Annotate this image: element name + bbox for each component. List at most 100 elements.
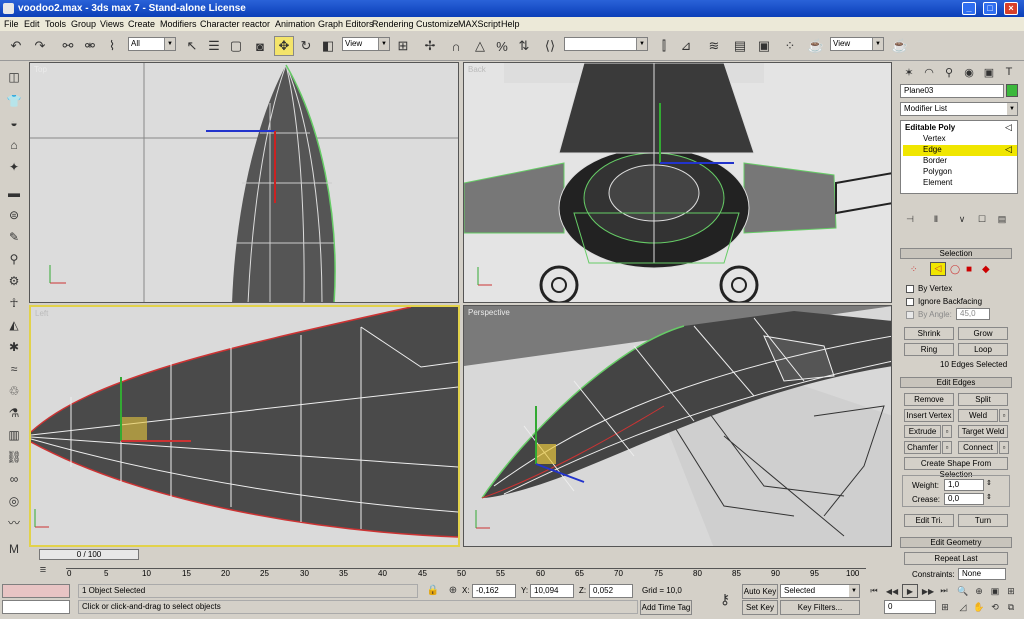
stack-polygon[interactable]: Polygon: [923, 167, 952, 176]
modifier-list-dropdown[interactable]: Modifier List ▼: [900, 102, 1018, 116]
menu-customize[interactable]: Customize: [416, 19, 459, 29]
time-config-icon[interactable]: ⊞: [938, 600, 952, 614]
select-link-icon[interactable]: ⚯: [58, 36, 78, 56]
selection-rollout-header[interactable]: Selection: [900, 248, 1012, 259]
window-crossing-icon[interactable]: ◙: [250, 36, 270, 56]
menu-edit[interactable]: Edit: [24, 19, 40, 29]
rect-selection-icon[interactable]: ▢: [226, 36, 246, 56]
selection-filter-dropdown[interactable]: All ▼: [128, 37, 176, 51]
select-move-icon[interactable]: ✥: [274, 36, 294, 56]
show-end-result-icon[interactable]: Ⅱ: [928, 212, 944, 226]
subobject-toggle-icon[interactable]: ◁: [1005, 122, 1012, 133]
wave-icon[interactable]: ≈: [5, 360, 23, 378]
shrink-button[interactable]: Shrink: [904, 327, 954, 340]
menu-maxscript[interactable]: MAXScript: [458, 19, 501, 29]
stack-border[interactable]: Border: [923, 156, 947, 165]
create-box-icon[interactable]: ◫: [5, 68, 23, 86]
quick-render-icon[interactable]: ☕: [890, 36, 910, 56]
bone-icon[interactable]: ✦: [5, 158, 23, 176]
minimize-button[interactable]: _: [962, 2, 976, 15]
select-object-icon[interactable]: ↖: [182, 36, 202, 56]
stack-vertex[interactable]: Vertex: [923, 134, 946, 143]
time-slider-thumb[interactable]: 0 / 100: [39, 549, 139, 560]
time-slider[interactable]: 0 / 100: [29, 549, 892, 560]
current-frame-field[interactable]: 0: [884, 600, 936, 614]
align-icon[interactable]: ⊿: [676, 36, 696, 56]
field-of-view-icon[interactable]: ◿: [956, 600, 970, 614]
undo-icon[interactable]: ↶: [6, 36, 26, 56]
hierarchy-tab-icon[interactable]: ⚲: [940, 63, 958, 81]
menu-graph-editors[interactable]: Graph Editors: [318, 19, 374, 29]
split-button[interactable]: Split: [958, 393, 1008, 406]
mesh-icon[interactable]: M: [5, 540, 23, 558]
stack-edge[interactable]: Edge: [923, 145, 942, 154]
make-unique-icon[interactable]: ∨: [954, 212, 970, 226]
remove-button[interactable]: Remove: [904, 393, 954, 406]
remove-modifier-icon[interactable]: ☐: [974, 212, 990, 226]
by-angle-checkbox[interactable]: [906, 311, 914, 319]
chamfer-settings-icon[interactable]: ▫: [942, 441, 952, 454]
arc-rotate-icon[interactable]: ⟲: [988, 600, 1002, 614]
lock-icon[interactable]: 🔒: [426, 583, 440, 597]
stack-editable-poly[interactable]: Editable Poly: [905, 123, 955, 132]
subobject-toggle-icon[interactable]: ◁: [1005, 144, 1012, 155]
maxscript-listener-pink[interactable]: [2, 584, 70, 598]
loop-button[interactable]: Loop: [958, 343, 1008, 356]
pin-icon[interactable]: ⌂: [5, 136, 23, 154]
connect-settings-icon[interactable]: ▫: [999, 441, 1009, 454]
maxscript-listener-white[interactable]: [2, 600, 70, 614]
pin-stack-icon[interactable]: ⊣: [902, 212, 918, 226]
hair-icon[interactable]: ⚗: [5, 404, 23, 422]
menu-rendering[interactable]: Rendering: [372, 19, 414, 29]
select-rotate-icon[interactable]: ↻: [296, 36, 316, 56]
cloth-icon[interactable]: ♲: [5, 382, 23, 400]
vertex-mode-icon[interactable]: ⁘: [910, 264, 918, 275]
utilities-tab-icon[interactable]: T: [1000, 63, 1018, 81]
menu-file[interactable]: File: [4, 19, 19, 29]
edit-edges-rollout-header[interactable]: Edit Edges: [900, 377, 1012, 388]
y-coordinate-field[interactable]: 10,094: [530, 584, 574, 598]
mini-curve-editor-icon[interactable]: ≡: [32, 561, 54, 579]
zoom-extents-icon[interactable]: ▣: [988, 584, 1002, 598]
by-vertex-checkbox[interactable]: [906, 285, 914, 293]
pan-icon[interactable]: ✋: [972, 600, 986, 614]
snaps-toggle-icon[interactable]: ∩: [446, 36, 466, 56]
turn-button[interactable]: Turn: [958, 514, 1008, 527]
render-scene-icon[interactable]: ☕: [806, 36, 826, 56]
menu-tools[interactable]: Tools: [45, 19, 66, 29]
create-tab-icon[interactable]: ✶: [900, 63, 918, 81]
percent-snap-icon[interactable]: %: [492, 36, 512, 56]
go-to-end-icon[interactable]: ⏭: [936, 584, 952, 598]
spring-icon[interactable]: ∞: [5, 470, 23, 488]
target-icon[interactable]: ◎: [5, 492, 23, 510]
menu-animation[interactable]: Animation: [275, 19, 315, 29]
redo-icon[interactable]: ↷: [30, 36, 50, 56]
rope-icon[interactable]: 〰: [5, 514, 23, 532]
car-icon[interactable]: ◭: [5, 316, 23, 334]
select-by-name-icon[interactable]: ☰: [204, 36, 224, 56]
select-scale-icon[interactable]: ◧: [318, 36, 338, 56]
figure-icon[interactable]: ☥: [5, 294, 23, 312]
polygon-mode-icon[interactable]: ■: [966, 264, 972, 275]
target-weld-button[interactable]: Target Weld: [958, 425, 1008, 438]
brush-icon[interactable]: ⚲: [5, 250, 23, 268]
mirror-icon[interactable]: ⫿: [654, 36, 674, 56]
named-selection-dropdown[interactable]: ▼: [564, 37, 648, 51]
extrude-settings-icon[interactable]: ▫: [942, 425, 952, 438]
chamfer-button[interactable]: Chamfer: [904, 441, 941, 454]
zoom-icon[interactable]: 🔍: [956, 584, 970, 598]
angle-snap-icon[interactable]: △: [470, 36, 490, 56]
key-filters-button[interactable]: Key Filters...: [780, 600, 860, 615]
angle-field[interactable]: 45,0: [956, 308, 990, 320]
maximize-button[interactable]: □: [983, 2, 997, 15]
go-to-start-icon[interactable]: ⏮: [866, 584, 882, 598]
menu-modifiers[interactable]: Modifiers: [160, 19, 197, 29]
ignore-backfacing-checkbox[interactable]: [906, 298, 914, 306]
crease-field[interactable]: 0,0: [944, 493, 984, 505]
modify-tab-icon[interactable]: ◠: [920, 63, 938, 81]
menu-reactor[interactable]: reactor: [242, 19, 270, 29]
manipulate-icon[interactable]: ✢: [420, 36, 440, 56]
repeat-last-button[interactable]: Repeat Last: [904, 552, 1008, 565]
ring-button[interactable]: Ring: [904, 343, 954, 356]
previous-frame-icon[interactable]: ◀◀: [884, 584, 900, 598]
